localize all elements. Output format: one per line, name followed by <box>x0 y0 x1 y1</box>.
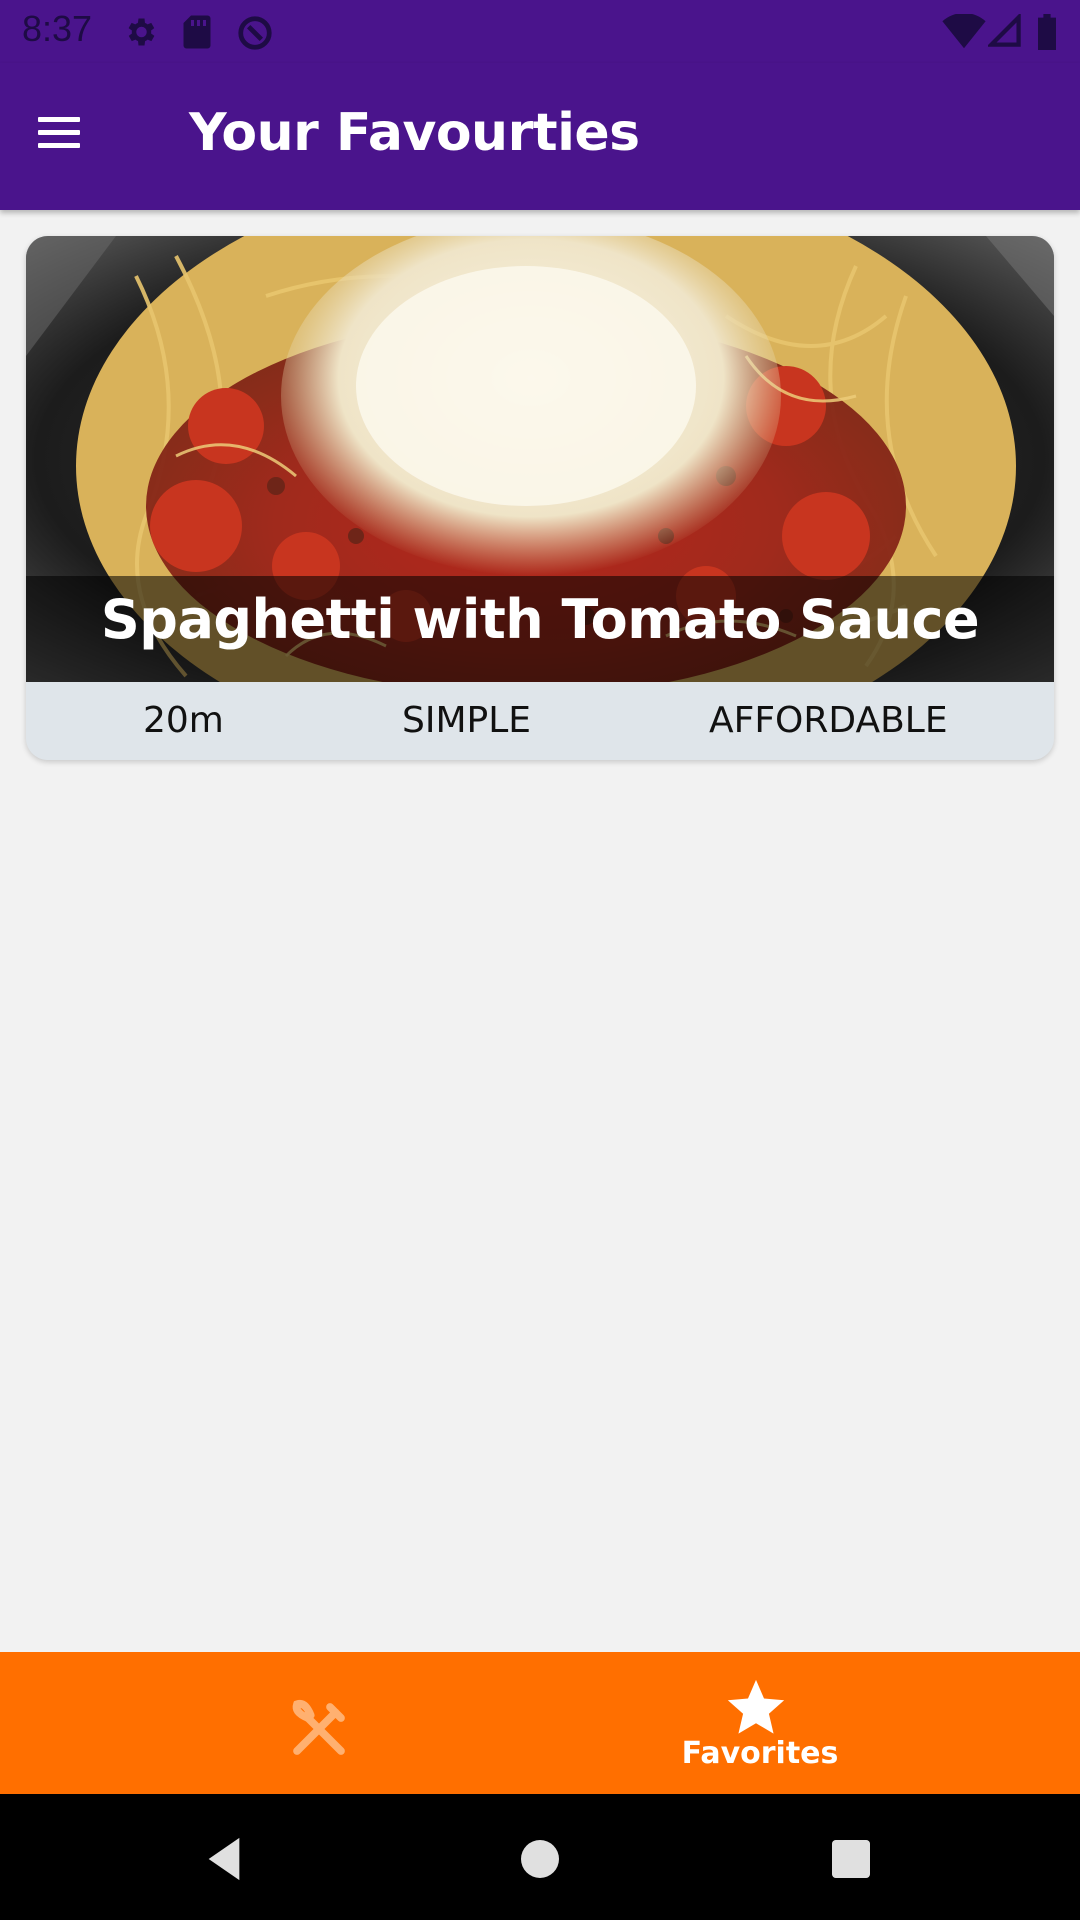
status-time: 8:37 <box>22 8 93 49</box>
recipe-duration: 20m <box>143 700 224 741</box>
sd-card-icon <box>183 15 211 49</box>
tab-favorites[interactable]: Favorites <box>490 1652 1030 1794</box>
signal-icon <box>988 14 1021 47</box>
settings-icon <box>128 18 155 46</box>
page-title: Your Favourties <box>189 103 640 163</box>
recipe-title-bar: Spaghetti with Tomato Sauce <box>26 576 1054 682</box>
bottom-tab-bar: Favorites <box>0 1652 1080 1794</box>
recipe-card[interactable]: Spaghetti with Tomato Sauce 20m SIMPLE A… <box>26 236 1054 760</box>
recipe-affordability: AFFORDABLE <box>709 700 948 741</box>
fork-knife-icon <box>292 1699 345 1755</box>
sync-icon <box>238 16 272 50</box>
battery-icon <box>1038 14 1056 50</box>
menu-button[interactable] <box>28 107 92 159</box>
app-bar: Your Favourties <box>0 63 1080 210</box>
recipe-details: 20m SIMPLE AFFORDABLE <box>26 682 1054 760</box>
wifi-icon <box>942 14 986 49</box>
recipe-title: Spaghetti with Tomato Sauce <box>100 588 980 651</box>
tab-favorites-label: Favorites <box>681 1736 839 1771</box>
hamburger-menu-icon <box>38 117 80 148</box>
star-icon <box>727 1679 785 1734</box>
status-bar: 8:37 <box>0 0 1080 63</box>
recipe-complexity: SIMPLE <box>402 700 532 741</box>
recents-nav-icon[interactable] <box>832 1840 870 1878</box>
back-nav-icon[interactable] <box>204 1836 244 1882</box>
home-nav-icon[interactable] <box>520 1839 560 1879</box>
system-nav-bar <box>0 1794 1080 1920</box>
